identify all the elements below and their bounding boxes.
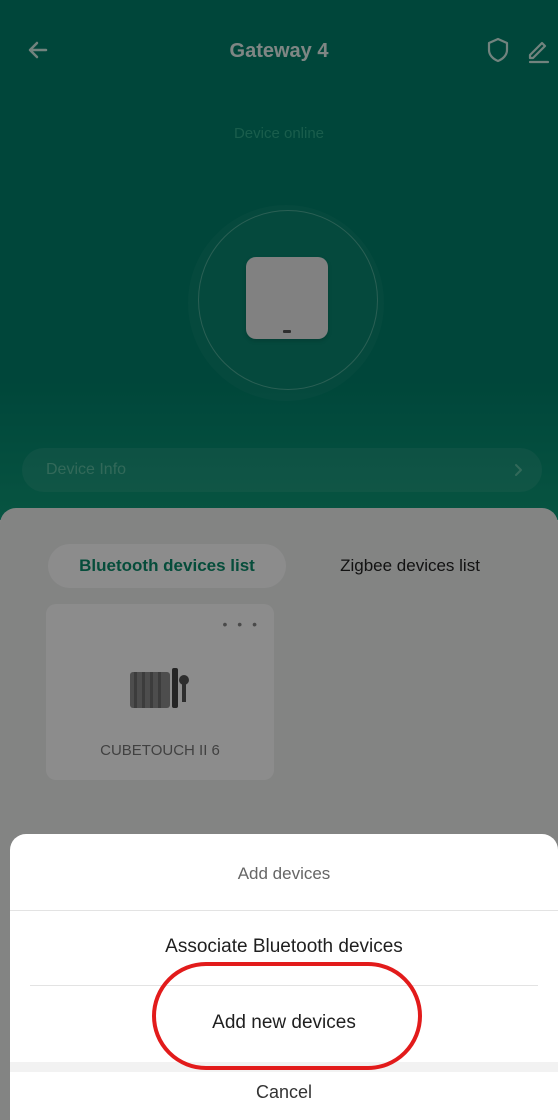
gateway-screen: Gateway 4 Device online Device Info Blue…	[0, 0, 558, 1120]
cancel-button[interactable]: Cancel	[10, 1072, 558, 1120]
sheet-title: Add devices	[237, 864, 331, 883]
divider	[10, 910, 558, 911]
highlight-circle	[152, 962, 422, 1070]
